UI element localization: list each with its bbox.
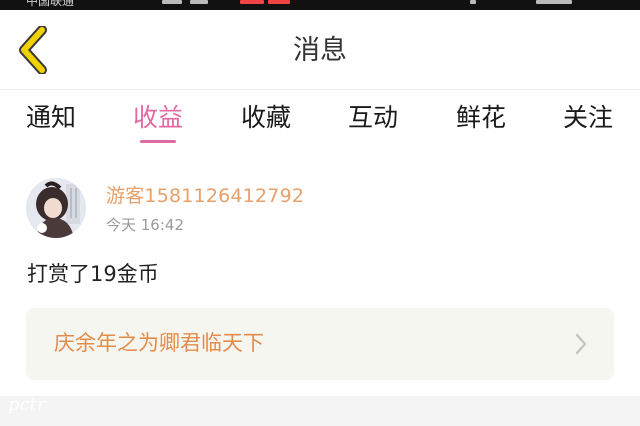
- status-icon: [190, 0, 208, 4]
- active-tab-indicator: [140, 140, 176, 143]
- tab-earnings[interactable]: 收益: [108, 102, 208, 134]
- battery-icon: [536, 0, 572, 4]
- username[interactable]: 游客1581126412792: [106, 184, 304, 208]
- tab-bar: 通知 收益 收藏 互动 鲜花 关注: [0, 90, 640, 152]
- tab-flowers[interactable]: 鲜花: [431, 102, 531, 134]
- message-text: 打赏了19金币: [27, 262, 159, 286]
- status-icon: [162, 0, 182, 4]
- watermark: pctr: [8, 394, 46, 415]
- carrier-label: 中国联通: [26, 0, 75, 8]
- timestamp: 今天 16:42: [106, 216, 184, 234]
- bottom-area: [0, 396, 640, 426]
- tab-interactions[interactable]: 互动: [323, 102, 423, 134]
- tab-favorites[interactable]: 收藏: [216, 102, 316, 134]
- status-bar: 中国联通: [0, 0, 640, 10]
- navigation-bar: 消息: [0, 10, 640, 90]
- message-item: 游客1581126412792 今天 16:42 打赏了19金币 庆余年之为卿君…: [0, 162, 640, 392]
- chevron-right-icon: [575, 333, 587, 355]
- page-title: 消息: [293, 35, 347, 66]
- book-title: 庆余年之为卿君临天下: [54, 331, 264, 355]
- tab-following[interactable]: 关注: [538, 102, 638, 134]
- notification-icon: [240, 0, 264, 4]
- signal-icon: [470, 0, 476, 4]
- notification-icon: [268, 0, 290, 4]
- book-link-card[interactable]: 庆余年之为卿君临天下: [26, 308, 614, 380]
- tab-notifications[interactable]: 通知: [1, 102, 101, 134]
- avatar[interactable]: [26, 178, 86, 238]
